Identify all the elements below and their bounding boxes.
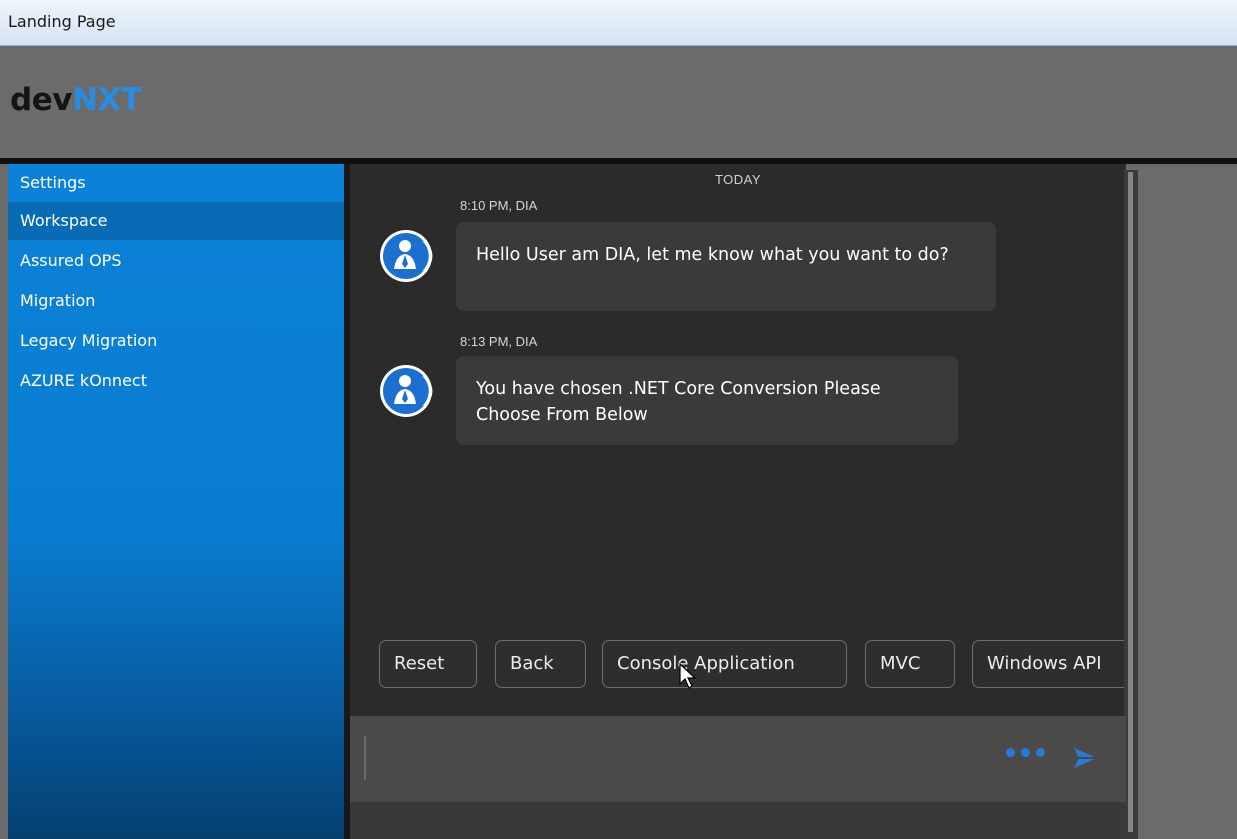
sidebar: Settings Workspace Assured OPS Migration… — [8, 164, 344, 839]
message-meta: 8:13 PM, DIA — [460, 334, 538, 349]
back-button[interactable]: Back — [495, 640, 586, 688]
chat-scrollbar-thumb[interactable] — [1128, 172, 1133, 832]
day-separator: TODAY — [714, 172, 762, 187]
message-composer — [350, 716, 1126, 802]
bot-avatar-icon — [380, 365, 433, 417]
more-dots-icon[interactable] — [1006, 748, 1045, 757]
message-input[interactable] — [364, 736, 984, 780]
mouse-cursor-icon — [679, 662, 697, 689]
chat-panel: TODAY 8:10 PM, DIA Hello User am DIA, le… — [350, 164, 1126, 716]
bot-avatar-icon — [380, 230, 433, 282]
sidebar-item-workspace[interactable]: Workspace — [8, 202, 344, 240]
sidebar-item-settings[interactable]: Settings — [8, 164, 344, 202]
reset-button[interactable]: Reset — [379, 640, 477, 688]
logo-text-dev: dev — [10, 82, 72, 118]
sidebar-item-legacy-migration[interactable]: Legacy Migration — [8, 322, 344, 360]
dot — [1006, 748, 1015, 757]
dot — [1036, 748, 1045, 757]
sidebar-item-azure-konnect[interactable]: AZURE kOnnect — [8, 362, 344, 400]
devnxt-logo: devNXT — [10, 82, 142, 118]
sidebar-item-assured-ops[interactable]: Assured OPS — [8, 242, 344, 280]
sidebar-item-migration[interactable]: Migration — [8, 282, 344, 320]
dot — [1021, 748, 1030, 757]
windows-api-button[interactable]: Windows API — [972, 640, 1126, 688]
window-title: Landing Page — [8, 12, 116, 31]
send-icon[interactable] — [1072, 746, 1098, 770]
title-bar: Landing Page — [0, 0, 1237, 46]
right-pane — [1138, 164, 1237, 839]
app-header: devNXT — [0, 46, 1237, 158]
message-meta: 8:10 PM, DIA — [460, 198, 538, 213]
chat-message-bubble: Hello User am DIA, let me know what you … — [456, 222, 996, 311]
chat-message-bubble: You have chosen .NET Core Conversion Ple… — [456, 356, 958, 445]
console-application-button[interactable]: Console Application — [602, 640, 847, 688]
bottom-strip — [350, 802, 1126, 839]
mvc-button[interactable]: MVC — [865, 640, 955, 688]
logo-text-nxt: NXT — [71, 82, 142, 118]
